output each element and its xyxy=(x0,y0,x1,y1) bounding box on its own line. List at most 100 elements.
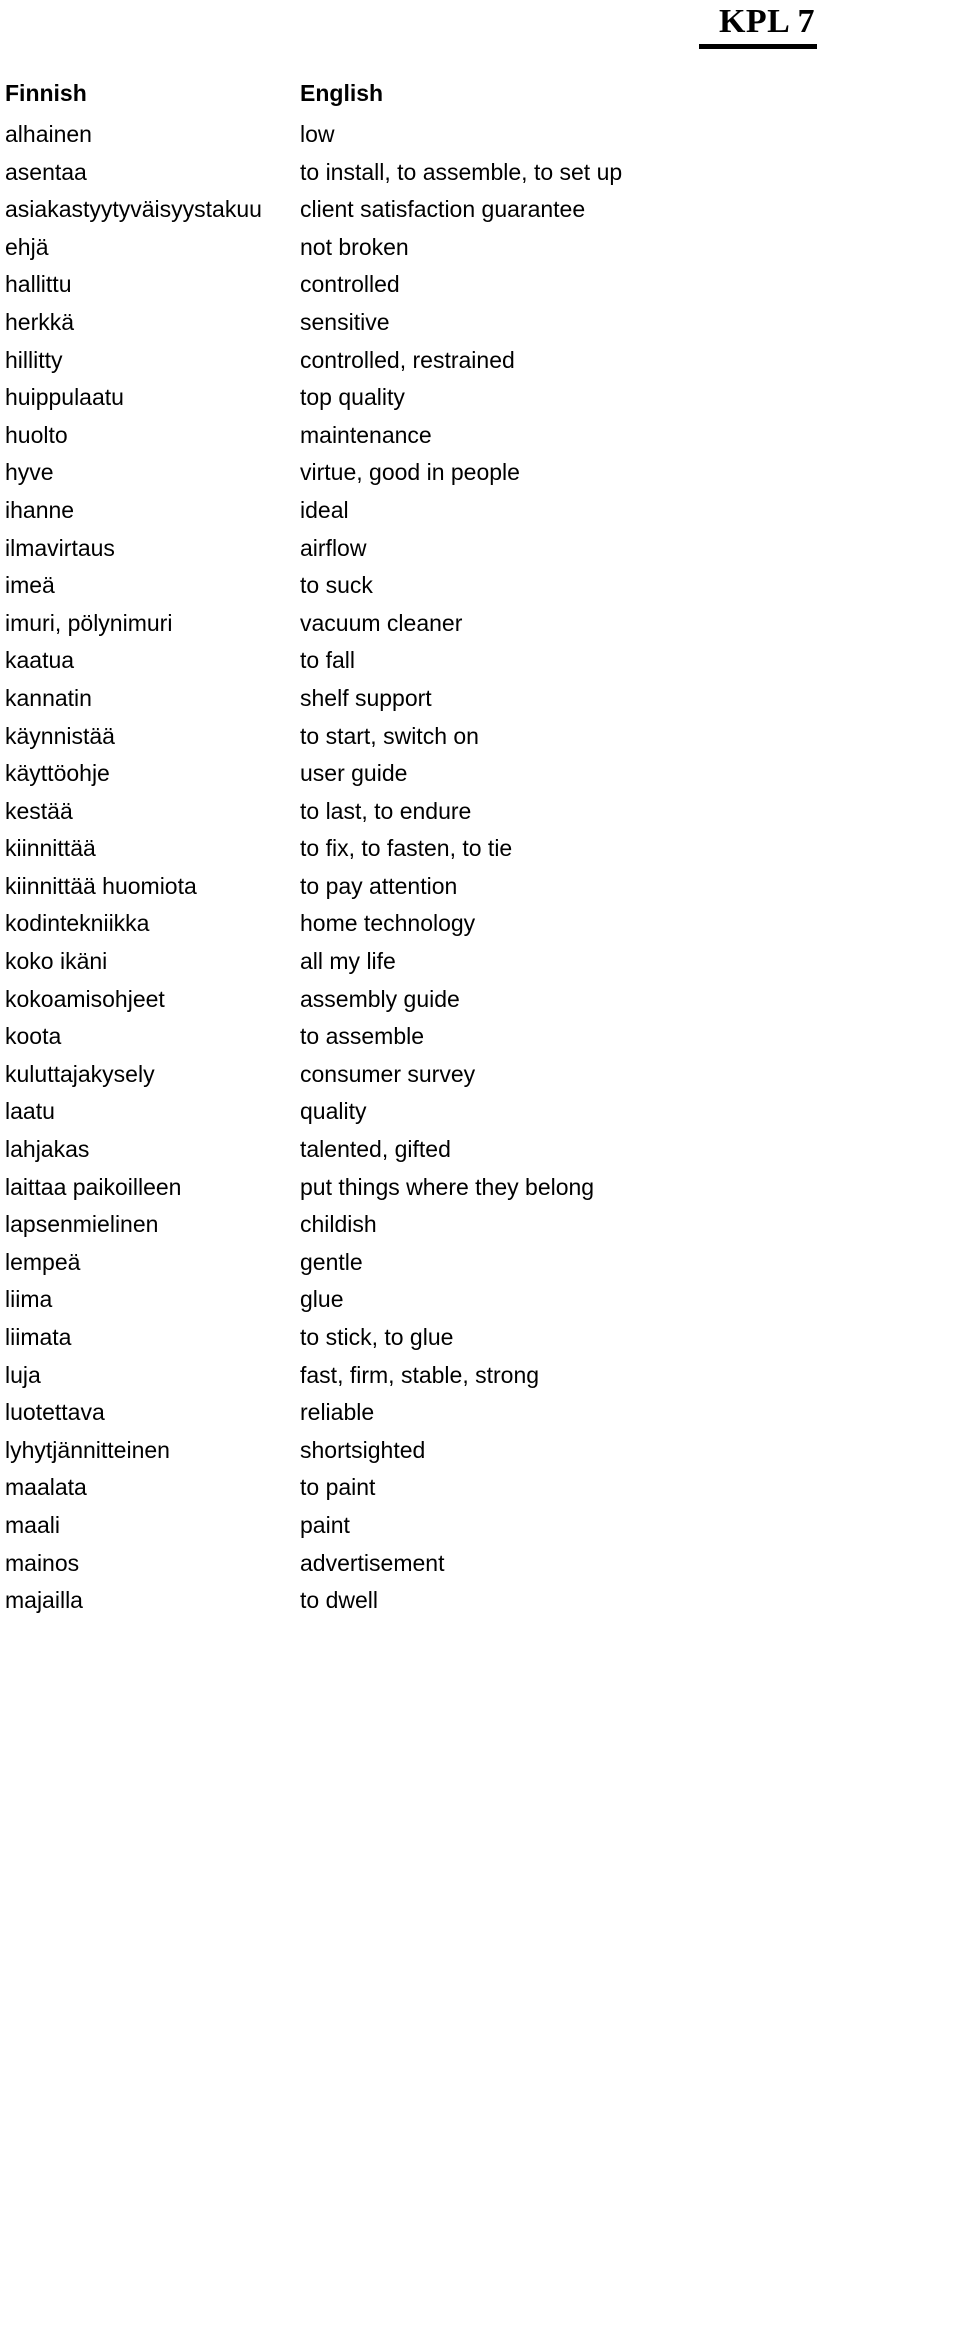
vocab-term-finnish: lyhytjännitteinen xyxy=(5,1436,170,1463)
vocab-term-finnish: koko ikäni xyxy=(5,948,108,975)
vocab-term-english: low xyxy=(300,121,335,147)
vocab-term-finnish: ilmavirtaus xyxy=(5,534,115,561)
vocab-term-english: sensitive xyxy=(300,308,390,335)
vocab-term-finnish: kokoamisohjeet xyxy=(5,985,165,1012)
column-header-finnish: Finnish xyxy=(5,80,87,106)
vocab-term-english: maintenance xyxy=(300,421,432,448)
table-row: lempeä gentle xyxy=(0,1247,960,1285)
table-row: ehjä not broken xyxy=(0,232,960,270)
vocab-term-finnish: maalata xyxy=(5,1474,87,1501)
column-header-english: English xyxy=(300,80,384,106)
table-row: hyve virtue, good in people xyxy=(0,457,960,495)
vocab-term-finnish: kuluttajakysely xyxy=(5,1060,155,1087)
vocab-term-finnish: luotettava xyxy=(5,1399,105,1426)
vocab-term-english: to fall xyxy=(300,647,355,674)
table-row: kiinnittää huomiota to pay attention xyxy=(0,871,960,909)
vocab-term-finnish: imeä xyxy=(5,572,55,599)
vocab-term-english: to dwell xyxy=(300,1587,378,1614)
table-row: huolto maintenance xyxy=(0,420,960,458)
vocab-term-english: ideal xyxy=(300,496,349,523)
table-row: majailla to dwell xyxy=(0,1585,960,1623)
vocab-term-english: consumer survey xyxy=(300,1060,476,1087)
table-row: imeä to suck xyxy=(0,570,960,608)
vocab-term-english: user guide xyxy=(300,760,408,787)
table-row: maalata to paint xyxy=(0,1472,960,1510)
vocab-term-english: to pay attention xyxy=(300,872,458,899)
vocab-term-english: top quality xyxy=(300,384,405,411)
vocab-term-finnish: mainos xyxy=(5,1549,80,1576)
table-row: herkkä sensitive xyxy=(0,307,960,345)
page-title: KPL 7 xyxy=(718,3,815,40)
table-row: hillitty controlled, restrained xyxy=(0,345,960,383)
table-row: imuri, pölynimuri vacuum cleaner xyxy=(0,608,960,646)
vocab-term-finnish: asentaa xyxy=(5,158,87,185)
vocab-term-finnish: lahjakas xyxy=(5,1136,90,1163)
table-row: asiakastyytyväisyystakuu client satisfact… xyxy=(0,194,960,232)
vocab-term-finnish: kannatin xyxy=(5,684,92,711)
vocab-term-finnish: lapsenmielinen xyxy=(5,1211,159,1238)
document-title-block: KPL 7 xyxy=(0,0,960,62)
vocab-term-english: controlled xyxy=(300,271,400,298)
table-row: kodintekniikka home technology xyxy=(0,908,960,946)
table-row: ihanne ideal xyxy=(0,495,960,533)
table-row: lyhytjännitteinen shortsighted xyxy=(0,1435,960,1473)
table-row: alhainen low xyxy=(0,119,960,157)
table-row: käynnistää to start, switch on xyxy=(0,721,960,759)
vocab-term-finnish: käyttöohje xyxy=(5,760,110,787)
vocab-term-english: advertisement xyxy=(300,1549,445,1576)
vocab-term-english: to paint xyxy=(300,1474,376,1501)
table-row: hallittu controlled xyxy=(0,269,960,307)
vocab-term-finnish: hallittu xyxy=(5,271,72,298)
table-row: maali paint xyxy=(0,1510,960,1548)
vocab-term-english: childish xyxy=(300,1211,377,1238)
vocabulary-table: Finnish English alhainen low asentaa to ins… xyxy=(0,78,960,1623)
table-row: luotettava reliable xyxy=(0,1397,960,1435)
title-underline-rule xyxy=(699,44,817,49)
vocab-term-finnish: kaatua xyxy=(5,647,75,674)
vocab-term-english: assembly guide xyxy=(300,985,460,1012)
vocab-term-english: glue xyxy=(300,1286,344,1313)
vocab-term-finnish: laittaa paikoilleen xyxy=(5,1173,182,1200)
table-row: kiinnittää to fix, to fasten, to tie xyxy=(0,833,960,871)
vocab-term-english: to suck xyxy=(300,572,373,599)
table-row: mainos advertisement xyxy=(0,1548,960,1586)
vocab-term-english: client satisfaction guarantee xyxy=(300,196,586,223)
table-row: kannatin shelf support xyxy=(0,683,960,721)
vocab-term-english: talented, gifted xyxy=(300,1136,451,1163)
vocab-term-finnish: kestää xyxy=(5,797,73,824)
vocab-term-finnish: ehjä xyxy=(5,233,49,260)
vocab-term-english: to fix, to fasten, to tie xyxy=(300,835,513,862)
vocab-term-english: reliable xyxy=(300,1399,375,1426)
table-row: lahjakas talented, gifted xyxy=(0,1134,960,1172)
vocab-term-finnish: imuri, pölynimuri xyxy=(5,609,173,636)
table-row: laatu quality xyxy=(0,1096,960,1134)
vocab-term-finnish: ihanne xyxy=(5,496,75,523)
vocab-term-finnish: hillitty xyxy=(5,346,63,373)
table-row: huippulaatu top quality xyxy=(0,382,960,420)
vocab-term-english: fast, firm, stable, strong xyxy=(300,1361,540,1388)
vocab-term-finnish: laatu xyxy=(5,1098,55,1125)
vocab-term-english: to assemble xyxy=(300,1023,425,1050)
table-row: lapsenmielinen childish xyxy=(0,1209,960,1247)
table-row: käyttöohje user guide xyxy=(0,758,960,796)
vocab-term-english: all my life xyxy=(300,948,396,975)
vocab-term-finnish: liima xyxy=(5,1286,53,1313)
vocab-term-finnish: herkkä xyxy=(5,308,75,335)
vocab-term-english: to install, to assemble, to set up xyxy=(300,158,623,185)
vocab-term-english: to last, to endure xyxy=(300,797,472,824)
vocab-term-english: virtue, good in people xyxy=(300,459,520,486)
vocab-term-finnish: majailla xyxy=(5,1587,83,1614)
vocab-term-finnish: lempeä xyxy=(5,1248,81,1275)
vocab-term-english: shortsighted xyxy=(300,1436,426,1463)
table-row: liimata to stick, to glue xyxy=(0,1322,960,1360)
vocab-term-finnish: asiakastyytyväisyystakuu xyxy=(5,196,262,223)
vocab-term-english: quality xyxy=(300,1098,367,1125)
vocab-term-finnish: huolto xyxy=(5,421,68,448)
vocab-term-english: controlled, restrained xyxy=(300,346,515,373)
table-row: koko ikäni all my life xyxy=(0,946,960,984)
table-row: laittaa paikoilleen put things where they… xyxy=(0,1172,960,1210)
vocab-term-finnish: koota xyxy=(5,1023,62,1050)
vocab-term-finnish: liimata xyxy=(5,1324,72,1350)
vocab-term-english: put things where they belong xyxy=(300,1173,595,1200)
table-row: asentaa to install, to assemble, to set u… xyxy=(0,157,960,195)
